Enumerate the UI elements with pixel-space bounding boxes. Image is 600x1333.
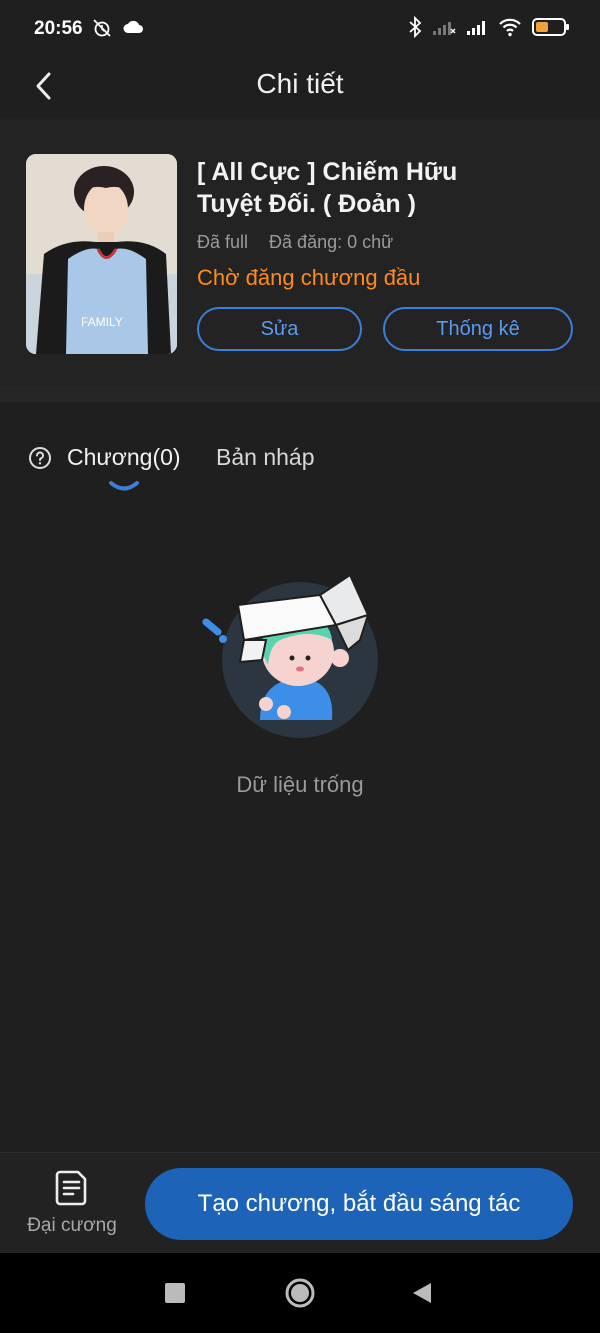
status-time: 20:56 (34, 18, 83, 39)
cloud-icon (123, 20, 143, 33)
outline-label: Đại cương (27, 1215, 117, 1236)
edit-button[interactable]: Sửa (197, 307, 362, 351)
signal-icon (467, 21, 485, 35)
battery-icon (532, 18, 569, 36)
app-bar: Chi tiết (0, 58, 600, 118)
publish-status: Chờ đăng chương đầu (197, 265, 421, 290)
book-title: [ All Cực ] Chiếm Hữu Tuyệt Đối. ( Đoản … (197, 158, 458, 218)
create-chapter-button[interactable]: Tạo chương, bắt đầu sáng tác (145, 1168, 573, 1240)
active-tab-indicator (109, 481, 139, 491)
empty-state-text: Dữ liệu trống (236, 772, 364, 797)
svg-text:FAMILY: FAMILY (81, 315, 123, 329)
word-count: Đã đăng: 0 chữ (269, 232, 394, 252)
book-meta: Đã full Đã đăng: 0 chữ (197, 232, 393, 253)
cover-image: FAMILY (26, 154, 177, 354)
back-nav-button[interactable] (404, 1275, 440, 1311)
circle-icon (285, 1278, 315, 1308)
tab-chapters[interactable]: Chương(0) (67, 444, 181, 471)
outline-button[interactable]: Đại cương (22, 1169, 122, 1239)
book-cover[interactable]: FAMILY (26, 154, 177, 354)
bottom-action-bar: Đại cương Tạo chương, bắt đầu sáng tác (0, 1152, 600, 1253)
section-divider (0, 386, 600, 402)
page-title: Chi tiết (256, 68, 344, 99)
wifi-icon (499, 18, 521, 37)
document-icon (55, 1170, 87, 1206)
alarm-off-icon (93, 19, 111, 37)
stats-button[interactable]: Thống kê (383, 307, 573, 351)
square-icon (165, 1283, 185, 1303)
signal-off-icon (433, 22, 456, 35)
recents-button[interactable] (157, 1275, 193, 1311)
completion-status: Đã full (197, 232, 249, 252)
chapter-tabs: Chương(0) Bản nháp (0, 430, 600, 500)
book-card: FAMILY [ All Cực ] Chiếm Hữu Tuyệt Đối. … (0, 118, 600, 386)
home-button[interactable] (282, 1275, 318, 1311)
tab-drafts[interactable]: Bản nháp (216, 444, 314, 471)
triangle-back-icon (413, 1283, 431, 1303)
system-nav-bar (0, 1253, 600, 1333)
empty-box-illustration (202, 573, 378, 738)
bluetooth-icon (409, 16, 422, 38)
status-bar: 20:56 (0, 0, 600, 58)
question-circle-icon[interactable] (28, 446, 52, 470)
